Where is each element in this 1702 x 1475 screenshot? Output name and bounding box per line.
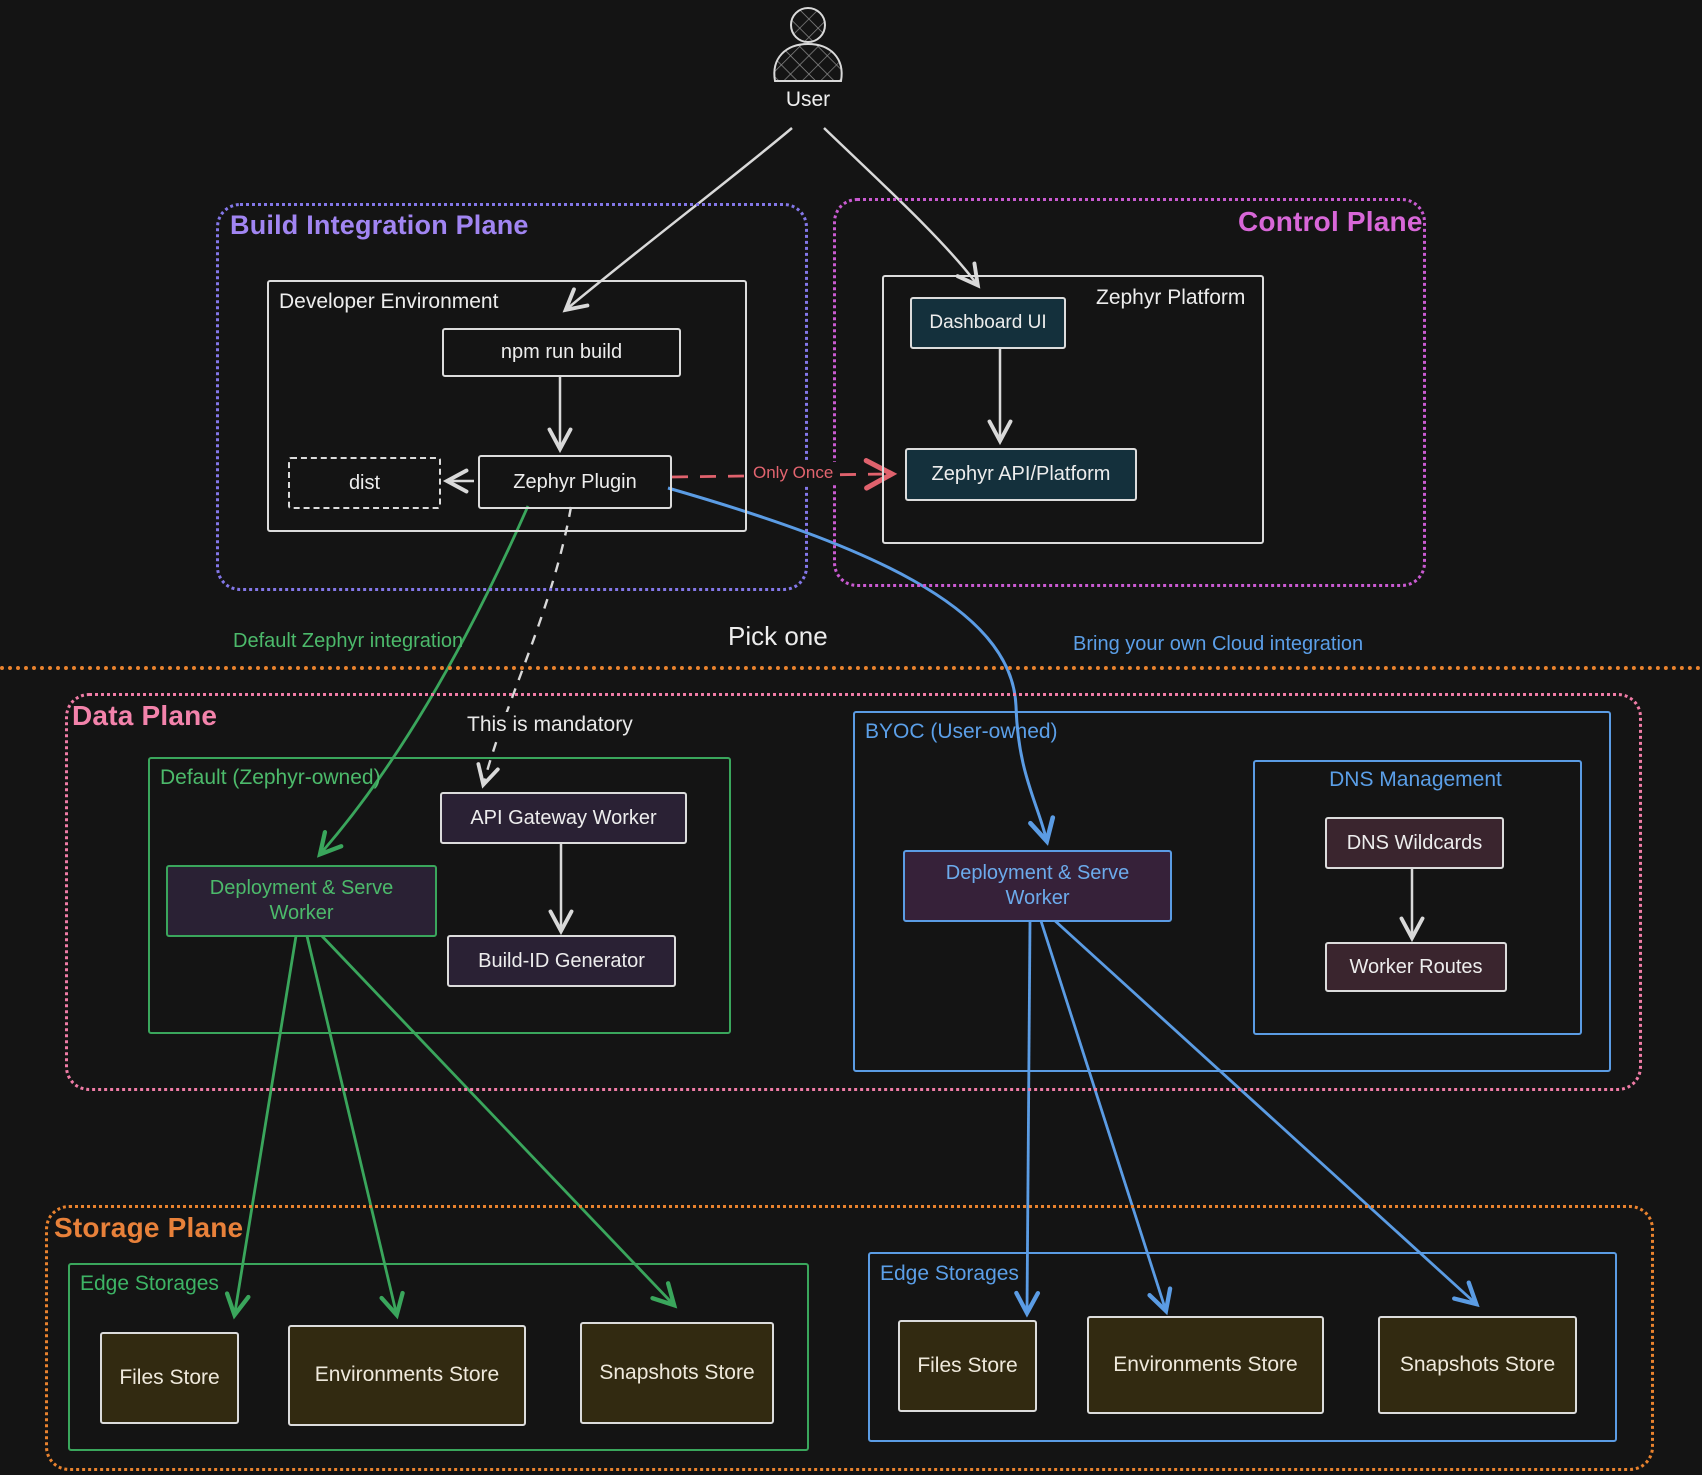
architecture-diagram: User Build Integration Plane Developer E… <box>0 0 1702 1475</box>
plane-separator-line <box>0 666 1702 670</box>
dns-management-box <box>1253 760 1582 1035</box>
default-zephyr-owned-label: Default (Zephyr-owned) <box>160 766 381 790</box>
default-environments-store-node: Environments Store <box>288 1325 526 1426</box>
zephyr-plugin-node: Zephyr Plugin <box>478 455 672 509</box>
default-deploy-serve-worker-node: Deployment & Serve Worker <box>166 865 437 937</box>
storage-plane-title: Storage Plane <box>54 1212 243 1244</box>
data-plane-title: Data Plane <box>72 700 217 732</box>
byoc-deploy-serve-worker-node: Deployment & Serve Worker <box>903 850 1172 922</box>
user-icon <box>774 8 841 81</box>
zephyr-api-node: Zephyr API/Platform <box>905 448 1137 501</box>
npm-run-build-node: npm run build <box>442 328 681 377</box>
byoc-environments-store-node: Environments Store <box>1087 1316 1324 1414</box>
default-snapshots-store-node: Snapshots Store <box>580 1322 774 1424</box>
worker-routes-node: Worker Routes <box>1325 942 1507 992</box>
only-once-label: Only Once <box>748 462 838 484</box>
pick-one-label: Pick one <box>723 620 833 653</box>
api-gateway-worker-node: API Gateway Worker <box>440 792 687 844</box>
developer-environment-label: Developer Environment <box>279 290 498 314</box>
default-integration-label: Default Zephyr integration <box>228 629 468 654</box>
dns-wildcards-node: DNS Wildcards <box>1325 817 1504 869</box>
byoc-files-store-node: Files Store <box>898 1320 1037 1412</box>
user-label: User <box>770 88 846 112</box>
byoc-deploy-serve-worker-text: Deployment & Serve Worker <box>933 861 1143 911</box>
default-files-store-node: Files Store <box>100 1332 239 1424</box>
byoc-integration-label: Bring your own Cloud integration <box>1068 632 1368 657</box>
default-edge-storages-label: Edge Storages <box>80 1272 219 1296</box>
default-deploy-serve-worker-text: Deployment & Serve Worker <box>197 876 407 926</box>
build-id-generator-node: Build-ID Generator <box>447 935 676 987</box>
control-plane-title: Control Plane <box>1238 206 1423 238</box>
build-integration-plane-title: Build Integration Plane <box>230 210 529 241</box>
mandatory-label: This is mandatory <box>462 712 638 738</box>
dashboard-ui-node: Dashboard UI <box>910 297 1066 349</box>
byoc-edge-storages-label: Edge Storages <box>880 1262 1019 1286</box>
byoc-snapshots-store-node: Snapshots Store <box>1378 1316 1577 1414</box>
byoc-user-owned-label: BYOC (User-owned) <box>865 720 1058 744</box>
dist-node: dist <box>288 457 441 509</box>
zephyr-platform-label: Zephyr Platform <box>1096 286 1245 310</box>
dns-management-label: DNS Management <box>1253 768 1578 792</box>
